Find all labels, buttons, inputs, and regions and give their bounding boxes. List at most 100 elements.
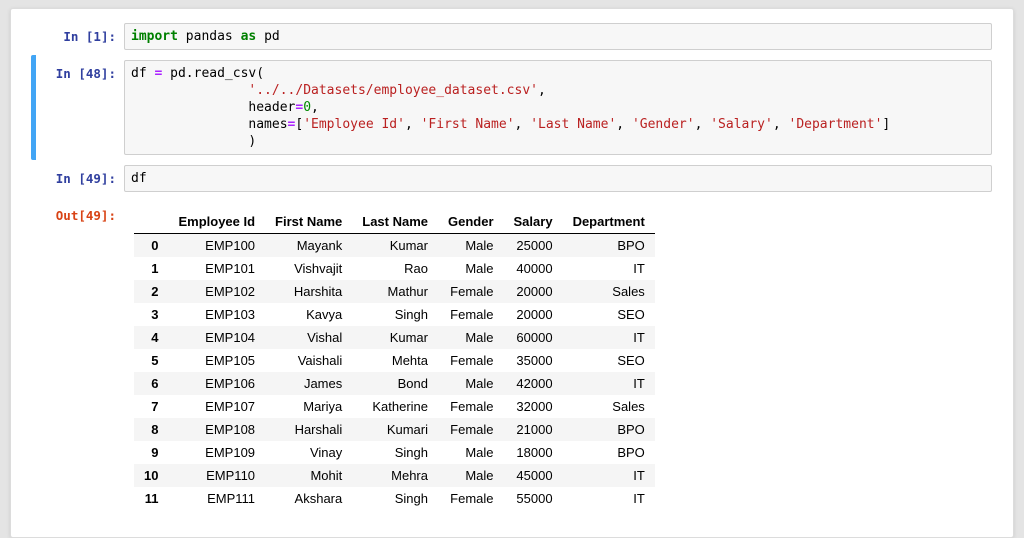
table-cell: Mayank bbox=[296, 238, 343, 253]
table-cell: Male bbox=[465, 261, 494, 276]
table-cell: Mehta bbox=[391, 353, 428, 368]
table-row: 5 EMP105 Vaishali Mehta Female 35000 SEO bbox=[134, 349, 655, 372]
table-cell: SEO bbox=[617, 307, 645, 322]
table-cell: EMP101 bbox=[205, 261, 256, 276]
table-cell: 40000 bbox=[516, 261, 553, 276]
table-cell: EMP102 bbox=[205, 284, 256, 299]
table-cell: EMP109 bbox=[205, 445, 256, 460]
table-cell: IT bbox=[633, 491, 645, 506]
table-cell: 21000 bbox=[516, 422, 553, 437]
table-cell: 45000 bbox=[516, 468, 553, 483]
row-index: 9 bbox=[151, 445, 159, 460]
table-row: 6 EMP106 James Bond Male 42000 IT bbox=[134, 372, 655, 395]
table-cell: Kumar bbox=[389, 238, 428, 253]
prompt-column: Out[49]: bbox=[36, 202, 124, 224]
table-cell: Female bbox=[450, 284, 494, 299]
row-index: 10 bbox=[144, 468, 159, 483]
prompt-column: In [49]: bbox=[36, 165, 124, 187]
table-row: 11 EMP111 Akshara Singh Female 55000 IT bbox=[134, 487, 655, 510]
row-index: 7 bbox=[151, 399, 159, 414]
table-cell: EMP100 bbox=[205, 238, 256, 253]
table-cell: Vaishali bbox=[297, 353, 343, 368]
code-cell-48[interactable]: In [48]: df = pd.read_csv( '../../Datase… bbox=[31, 55, 992, 160]
prompt-column: In [1]: bbox=[36, 23, 124, 45]
column-header: Salary bbox=[513, 214, 553, 229]
output-area-49: Employee Id First Name Last Name Gender Sala… bbox=[124, 202, 992, 516]
table-cell: BPO bbox=[617, 238, 645, 253]
code-input-area-48[interactable]: df = pd.read_csv( '../../Datasets/employ… bbox=[124, 60, 992, 155]
code-token: , bbox=[694, 117, 711, 132]
table-cell: Vishal bbox=[307, 330, 343, 345]
column-header bbox=[134, 210, 168, 234]
code-token: header bbox=[131, 100, 296, 115]
code-token: 'Gender' bbox=[631, 117, 695, 132]
row-index: 6 bbox=[151, 376, 159, 391]
table-cell: 20000 bbox=[516, 307, 553, 322]
row-index: 8 bbox=[151, 422, 159, 437]
input-prompt-1: In [1]: bbox=[63, 29, 116, 44]
table-cell: EMP108 bbox=[205, 422, 256, 437]
table-cell: Kavya bbox=[306, 307, 343, 322]
dataframe-header: Employee Id First Name Last Name Gender Sala… bbox=[134, 210, 655, 234]
table-cell: Male bbox=[465, 238, 494, 253]
dataframe-table: Employee Id First Name Last Name Gender Sala… bbox=[134, 210, 655, 510]
table-cell: EMP107 bbox=[205, 399, 256, 414]
code-text-48: df = pd.read_csv( '../../Datasets/employ… bbox=[131, 65, 985, 150]
table-cell: Mathur bbox=[387, 284, 428, 299]
table-cell: Vinay bbox=[309, 445, 343, 460]
row-index: 5 bbox=[151, 353, 159, 368]
output-cell-49: Out[49]: Employee Id First Name Last Name G… bbox=[31, 197, 992, 521]
table-row: 10 EMP110 Mohit Mehra Male 45000 IT bbox=[134, 464, 655, 487]
table-cell: BPO bbox=[617, 445, 645, 460]
row-index: 1 bbox=[151, 261, 159, 276]
table-cell: 20000 bbox=[516, 284, 553, 299]
code-token: , bbox=[311, 100, 319, 115]
code-input-area-49[interactable]: df bbox=[124, 165, 992, 192]
table-cell: EMP110 bbox=[206, 468, 256, 483]
row-index: 0 bbox=[151, 238, 159, 253]
table-cell: Mehra bbox=[391, 468, 428, 483]
code-token: pd bbox=[256, 29, 280, 44]
table-cell: SEO bbox=[617, 353, 645, 368]
table-cell: 35000 bbox=[516, 353, 553, 368]
column-header: Gender bbox=[448, 214, 494, 229]
table-cell: Male bbox=[465, 468, 494, 483]
table-cell: 32000 bbox=[516, 399, 553, 414]
header-row: Employee Id First Name Last Name Gender Sala… bbox=[134, 210, 655, 234]
table-cell: Male bbox=[465, 376, 494, 391]
table-cell: Akshara bbox=[294, 491, 343, 506]
code-cell-1[interactable]: In [1]: import pandas as pd bbox=[31, 18, 992, 55]
table-row: 1 EMP101 Vishvajit Rao Male 40000 IT bbox=[134, 257, 655, 280]
table-cell: Male bbox=[465, 445, 494, 460]
output-prompt-49: Out[49]: bbox=[55, 208, 116, 223]
table-cell: EMP105 bbox=[205, 353, 256, 368]
code-token: df bbox=[131, 171, 147, 186]
table-cell: Mohit bbox=[310, 468, 343, 483]
table-row: 7 EMP107 Mariya Katherine Female 32000 Sales bbox=[134, 395, 655, 418]
code-token: , bbox=[772, 117, 789, 132]
row-index: 2 bbox=[151, 284, 159, 299]
column-header: First Name bbox=[275, 214, 343, 229]
table-cell: Mariya bbox=[303, 399, 343, 414]
table-cell: EMP111 bbox=[207, 491, 256, 506]
code-token: names bbox=[131, 117, 288, 132]
code-token: import bbox=[131, 29, 178, 44]
table-cell: 60000 bbox=[516, 330, 553, 345]
column-header: Employee Id bbox=[178, 214, 256, 229]
dataframe-body: 0 EMP100 Mayank Kumar Male 25000 BPO 1 EMP101 Vis… bbox=[134, 233, 655, 510]
code-input-area-1[interactable]: import pandas as pd bbox=[124, 23, 992, 50]
code-token: ] bbox=[882, 117, 891, 132]
code-token: as bbox=[240, 29, 257, 44]
table-cell: EMP103 bbox=[205, 307, 256, 322]
table-cell: Singh bbox=[394, 491, 428, 506]
table-cell: IT bbox=[633, 376, 645, 391]
table-cell: Kumari bbox=[386, 422, 428, 437]
code-token: 'Department' bbox=[788, 117, 883, 132]
code-token: 0 bbox=[303, 100, 312, 115]
table-cell: IT bbox=[633, 330, 645, 345]
table-row: 2 EMP102 Harshita Mathur Female 20000 Sales bbox=[134, 280, 655, 303]
code-token: df bbox=[131, 66, 155, 81]
table-cell: 42000 bbox=[516, 376, 553, 391]
code-cell-49[interactable]: In [49]: df bbox=[31, 160, 992, 197]
prompt-column: In [48]: bbox=[36, 60, 124, 82]
